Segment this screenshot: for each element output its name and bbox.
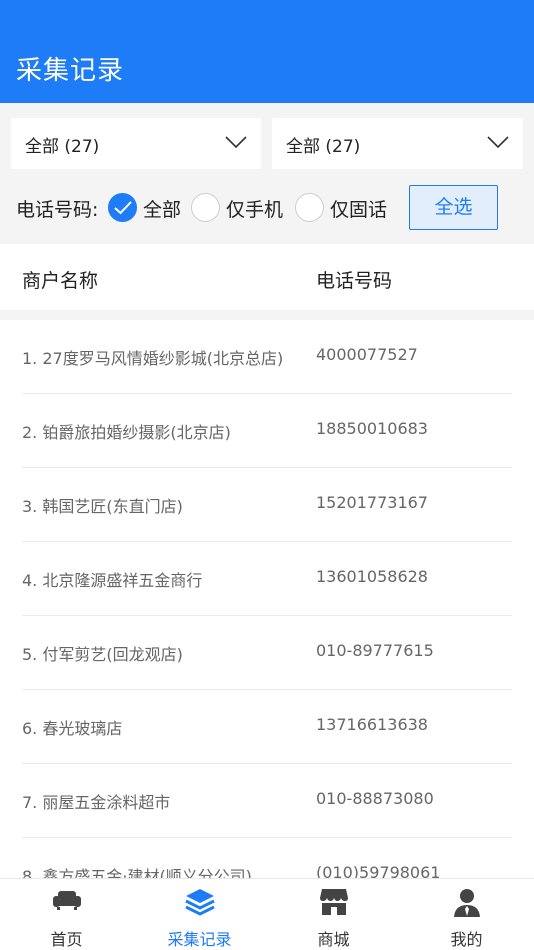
select-all-button[interactable]: 全选 bbox=[409, 185, 498, 230]
radio-mobile-only[interactable]: 仅手机 bbox=[191, 191, 291, 223]
merchant-name: 7. 丽屋五金涂料超市 bbox=[22, 793, 171, 812]
merchant-name: 8. 鑫方盛五金·建材(顺义分公司) bbox=[22, 867, 252, 878]
chevron-down-icon bbox=[487, 136, 509, 149]
tab-home[interactable]: 首页 bbox=[0, 879, 133, 950]
merchant-phone: 010-88873080 bbox=[316, 789, 434, 808]
table-row[interactable]: 2. 铂爵旅拍婚纱摄影(北京店) 18850010683 bbox=[22, 394, 512, 468]
table-row[interactable]: 8. 鑫方盛五金·建材(顺义分公司) (010)59798061 bbox=[22, 838, 512, 878]
phone-filter-label: 电话号码: bbox=[16, 199, 99, 221]
merchant-name: 5. 付军剪艺(回龙观店) bbox=[22, 645, 183, 664]
merchant-phone: 15201773167 bbox=[316, 493, 428, 512]
filter-panel: 全部 (27) 全部 (27) 电话号码: 全部 仅手机 仅固话 全选 bbox=[0, 103, 534, 243]
tab-records-label: 采集记录 bbox=[167, 930, 232, 949]
chevron-down-icon bbox=[225, 136, 247, 149]
radio-mobile-label: 仅手机 bbox=[226, 199, 284, 221]
table-header: 商户名称 电话号码 bbox=[0, 244, 534, 310]
merchant-phone: 13716613638 bbox=[316, 715, 428, 734]
tab-home-label: 首页 bbox=[50, 930, 83, 949]
category-select-right[interactable]: 全部 (27) bbox=[272, 118, 523, 169]
category-select-left[interactable]: 全部 (27) bbox=[11, 118, 261, 169]
radio-unchecked-icon bbox=[191, 193, 220, 222]
merchant-list[interactable]: 1. 27度罗马风情婚纱影城(北京总店) 4000077527 2. 铂爵旅拍婚… bbox=[0, 320, 534, 878]
table-row[interactable]: 4. 北京隆源盛祥五金商行 13601058628 bbox=[22, 542, 512, 616]
app-root: 采集记录 全部 (27) 全部 (27) 电话号码: 全部 仅手机 仅固话 全选… bbox=[0, 0, 534, 950]
radio-unchecked-icon bbox=[295, 193, 324, 222]
tab-records[interactable]: 采集记录 bbox=[133, 879, 266, 950]
merchant-name: 6. 春光玻璃店 bbox=[22, 719, 123, 738]
merchant-name: 4. 北京隆源盛祥五金商行 bbox=[22, 571, 203, 590]
column-header-name: 商户名称 bbox=[22, 270, 99, 292]
bottom-tab-bar: 首页 采集记录 商城 我的 bbox=[0, 878, 534, 950]
app-header: 采集记录 bbox=[0, 0, 534, 103]
radio-checked-icon bbox=[108, 193, 137, 222]
tab-mall[interactable]: 商城 bbox=[267, 879, 400, 950]
merchant-phone: 13601058628 bbox=[316, 567, 428, 586]
merchant-phone: (010)59798061 bbox=[316, 863, 441, 878]
table-row[interactable]: 5. 付军剪艺(回龙观店) 010-89777615 bbox=[22, 616, 512, 690]
select-right-value: 全部 (27) bbox=[286, 137, 361, 157]
sofa-icon bbox=[53, 891, 81, 910]
select-left-value: 全部 (27) bbox=[25, 137, 100, 157]
merchant-phone: 4000077527 bbox=[316, 345, 418, 364]
table-row[interactable]: 6. 春光玻璃店 13716613638 bbox=[22, 690, 512, 764]
merchant-phone: 18850010683 bbox=[316, 419, 428, 438]
page-title: 采集记录 bbox=[16, 56, 125, 86]
merchant-name: 3. 韩国艺匠(东直门店) bbox=[22, 497, 183, 516]
layers-icon bbox=[185, 889, 215, 916]
column-header-phone: 电话号码 bbox=[316, 270, 393, 292]
merchant-name: 1. 27度罗马风情婚纱影城(北京总店) bbox=[22, 349, 284, 368]
store-icon bbox=[320, 889, 348, 915]
user-icon bbox=[454, 889, 480, 917]
radio-all-label: 全部 bbox=[143, 199, 182, 221]
tab-mine[interactable]: 我的 bbox=[400, 879, 533, 950]
merchant-phone: 010-89777615 bbox=[316, 641, 434, 660]
tab-mall-label: 商城 bbox=[317, 930, 350, 949]
radio-all[interactable]: 全部 bbox=[108, 191, 188, 223]
tab-mine-label: 我的 bbox=[450, 930, 483, 949]
table-row[interactable]: 1. 27度罗马风情婚纱影城(北京总店) 4000077527 bbox=[22, 320, 512, 394]
radio-landline-label: 仅固话 bbox=[330, 199, 388, 221]
table-row[interactable]: 3. 韩国艺匠(东直门店) 15201773167 bbox=[22, 468, 512, 542]
radio-landline-only[interactable]: 仅固话 bbox=[295, 191, 395, 223]
merchant-name: 2. 铂爵旅拍婚纱摄影(北京店) bbox=[22, 423, 231, 442]
table-row[interactable]: 7. 丽屋五金涂料超市 010-88873080 bbox=[22, 764, 512, 838]
